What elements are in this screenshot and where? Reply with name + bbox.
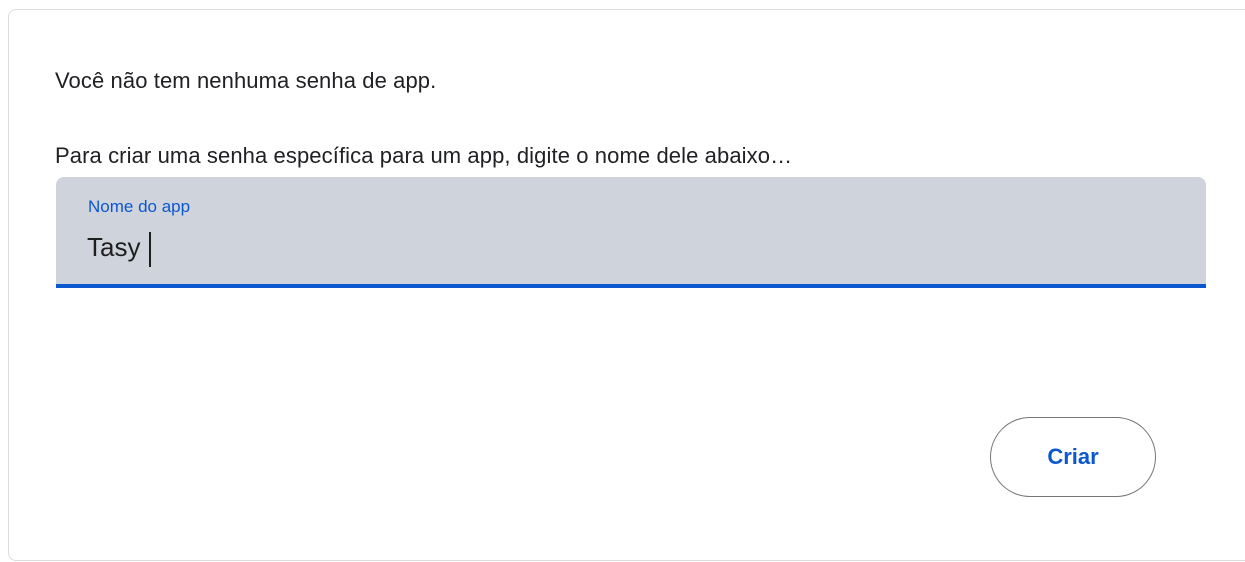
app-name-input[interactable] — [87, 227, 1167, 267]
no-app-passwords-message: Você não tem nenhuma senha de app. — [55, 68, 437, 93]
app-name-label: Nome do app — [88, 197, 191, 216]
text-cursor — [149, 232, 151, 267]
create-button[interactable]: Criar — [990, 417, 1156, 497]
create-app-password-instruction: Para criar uma senha específica para um … — [55, 143, 793, 168]
app-name-field[interactable]: Nome do app — [56, 177, 1206, 288]
